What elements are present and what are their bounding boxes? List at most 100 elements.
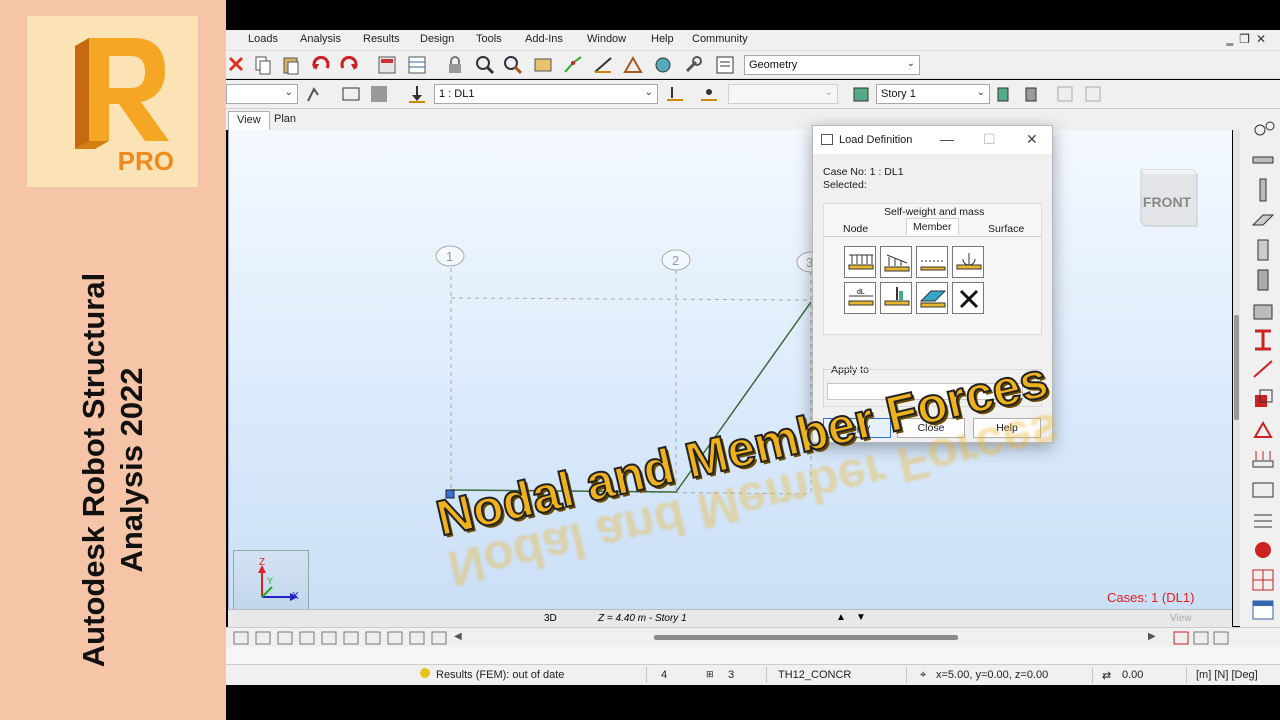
lock-icon[interactable] bbox=[444, 54, 466, 76]
surface-load-icon[interactable] bbox=[916, 282, 948, 314]
delete-load-icon[interactable] bbox=[952, 282, 984, 314]
apply-to-input[interactable] bbox=[827, 383, 1023, 400]
wrench-icon[interactable] bbox=[682, 54, 704, 76]
load-case-combo[interactable]: 1 : DL1 ⌄ bbox=[434, 84, 658, 104]
level-down-icon[interactable]: ▼ bbox=[856, 612, 866, 623]
panel-icon[interactable] bbox=[1250, 267, 1276, 293]
redo-icon[interactable] bbox=[338, 54, 360, 76]
thermal-load-icon[interactable]: dL bbox=[844, 282, 876, 314]
chevron-down-icon[interactable]: ⌄ bbox=[907, 58, 915, 69]
menu-addins[interactable]: Add-Ins bbox=[525, 33, 563, 45]
close-button[interactable]: Close bbox=[897, 418, 965, 438]
beam-icon[interactable] bbox=[1250, 147, 1276, 173]
paste-icon[interactable] bbox=[280, 54, 302, 76]
wall-icon[interactable] bbox=[1250, 237, 1276, 263]
tab-view[interactable]: View bbox=[228, 111, 270, 130]
story-down-icon[interactable] bbox=[1082, 83, 1104, 105]
menu-analysis[interactable]: Analysis bbox=[300, 33, 341, 45]
help-button[interactable]: Help bbox=[973, 418, 1041, 438]
view-mode-toggles[interactable] bbox=[1172, 630, 1232, 646]
zoom-window-icon[interactable] bbox=[502, 54, 524, 76]
moment-load-icon[interactable] bbox=[952, 246, 984, 278]
level-up-icon[interactable]: ▲ bbox=[836, 612, 846, 623]
selection-combo[interactable]: ⌄ bbox=[226, 84, 298, 104]
node-tool-icon[interactable] bbox=[562, 54, 584, 76]
column-icon[interactable] bbox=[1250, 177, 1276, 203]
close-icon[interactable]: ✕ bbox=[1256, 32, 1272, 46]
mesh-icon[interactable] bbox=[1250, 567, 1276, 593]
offsets-icon[interactable] bbox=[1250, 387, 1276, 413]
chevron-down-icon[interactable]: ⌄ bbox=[977, 87, 985, 98]
supports-icon[interactable] bbox=[652, 54, 674, 76]
zoom-icon[interactable] bbox=[474, 54, 496, 76]
dilatation-load-icon[interactable] bbox=[916, 246, 948, 278]
story-query-icon[interactable] bbox=[1022, 83, 1044, 105]
select-query-icon[interactable] bbox=[304, 83, 326, 105]
tab-node[interactable]: Node bbox=[843, 223, 868, 235]
undo-icon[interactable] bbox=[310, 54, 332, 76]
support-definition-icon[interactable] bbox=[1250, 417, 1276, 443]
tab-self-weight[interactable]: Self-weight and mass bbox=[884, 206, 984, 218]
scroll-right-icon[interactable]: ▶ bbox=[1148, 631, 1156, 642]
component-combo[interactable]: ⌄ bbox=[728, 84, 838, 104]
dialog-titlebar[interactable]: Load Definition — ☐ ✕ bbox=[813, 126, 1052, 154]
calculator-icon[interactable] bbox=[376, 54, 398, 76]
scroll-left-icon[interactable]: ◀ bbox=[454, 631, 462, 642]
load-definition-icon[interactable] bbox=[664, 83, 686, 105]
tables-icon[interactable] bbox=[406, 54, 428, 76]
uniform-load-icon[interactable] bbox=[844, 246, 876, 278]
bars-icon[interactable] bbox=[622, 54, 644, 76]
member-loads-icon[interactable] bbox=[1250, 447, 1276, 473]
chevron-down-icon[interactable]: ⌄ bbox=[285, 87, 293, 98]
menu-tools[interactable]: Tools bbox=[476, 33, 502, 45]
menu-loads[interactable]: Loads bbox=[248, 33, 278, 45]
point-load-icon[interactable] bbox=[880, 282, 912, 314]
frame-view-icon[interactable] bbox=[340, 83, 362, 105]
tab-member[interactable]: Member bbox=[906, 218, 959, 235]
menu-design[interactable]: Design bbox=[420, 33, 454, 45]
dialog-maximize-icon[interactable]: ☐ bbox=[983, 131, 996, 148]
view-cube[interactable]: FRONT bbox=[1135, 164, 1199, 230]
apply-button[interactable]: Apply bbox=[823, 418, 891, 438]
menu-window[interactable]: Window bbox=[587, 33, 626, 45]
tab-surface[interactable]: Surface bbox=[988, 223, 1024, 235]
i-section-icon[interactable] bbox=[1250, 327, 1276, 353]
story-manager-icon[interactable] bbox=[994, 83, 1016, 105]
dialog-minimize-icon[interactable]: — bbox=[940, 131, 954, 147]
floor-icon[interactable] bbox=[1250, 297, 1276, 323]
story-icon[interactable] bbox=[850, 83, 872, 105]
measure-icon[interactable] bbox=[592, 54, 614, 76]
delete-icon[interactable] bbox=[226, 54, 248, 76]
structure-bars[interactable] bbox=[449, 301, 812, 493]
viewport-vertical-scrollbar[interactable] bbox=[1233, 130, 1240, 626]
slab-icon[interactable] bbox=[1250, 207, 1276, 233]
structure-model-icon[interactable] bbox=[532, 54, 554, 76]
menu-community[interactable]: Community bbox=[692, 33, 748, 45]
story-up-icon[interactable] bbox=[1054, 83, 1076, 105]
layout-selector-icon[interactable] bbox=[714, 54, 736, 76]
copy-icon[interactable] bbox=[252, 54, 274, 76]
panel-view-icon[interactable] bbox=[368, 83, 390, 105]
menu-help[interactable]: Help bbox=[651, 33, 674, 45]
table-icon[interactable] bbox=[1250, 597, 1276, 623]
layout-combo[interactable]: Geometry ⌄ bbox=[744, 55, 920, 75]
mass-icon[interactable] bbox=[1250, 537, 1276, 563]
releases-icon[interactable] bbox=[1250, 357, 1276, 383]
restore-icon[interactable]: ❐ bbox=[1239, 32, 1256, 46]
units-label[interactable]: [m] [N] [Deg] bbox=[1196, 669, 1258, 681]
tab-plan[interactable]: Plan bbox=[266, 111, 304, 130]
chevron-down-icon[interactable]: ⌄ bbox=[825, 87, 833, 98]
story-combo[interactable]: Story 1 ⌄ bbox=[876, 84, 990, 104]
trapezoidal-load-icon[interactable] bbox=[880, 246, 912, 278]
mdi-window-controls[interactable]: ‗❐✕ bbox=[1227, 32, 1272, 46]
load-table-icon[interactable] bbox=[698, 83, 720, 105]
horizontal-scrollbar-thumb[interactable] bbox=[654, 635, 958, 640]
dialog-close-icon[interactable]: ✕ bbox=[1026, 131, 1038, 148]
combinations-icon[interactable] bbox=[1250, 477, 1276, 503]
supports-grid-icon[interactable] bbox=[1250, 507, 1276, 533]
scrollbar-thumb[interactable] bbox=[1234, 315, 1239, 420]
model-viewport[interactable]: 1 2 3 FRONT Z Y X Cases: 1 (DL1) bbox=[228, 130, 1232, 626]
support-node[interactable] bbox=[445, 489, 455, 499]
chevron-down-icon[interactable]: ⌄ bbox=[645, 87, 653, 98]
minimize-icon[interactable]: ‗ bbox=[1227, 32, 1240, 46]
